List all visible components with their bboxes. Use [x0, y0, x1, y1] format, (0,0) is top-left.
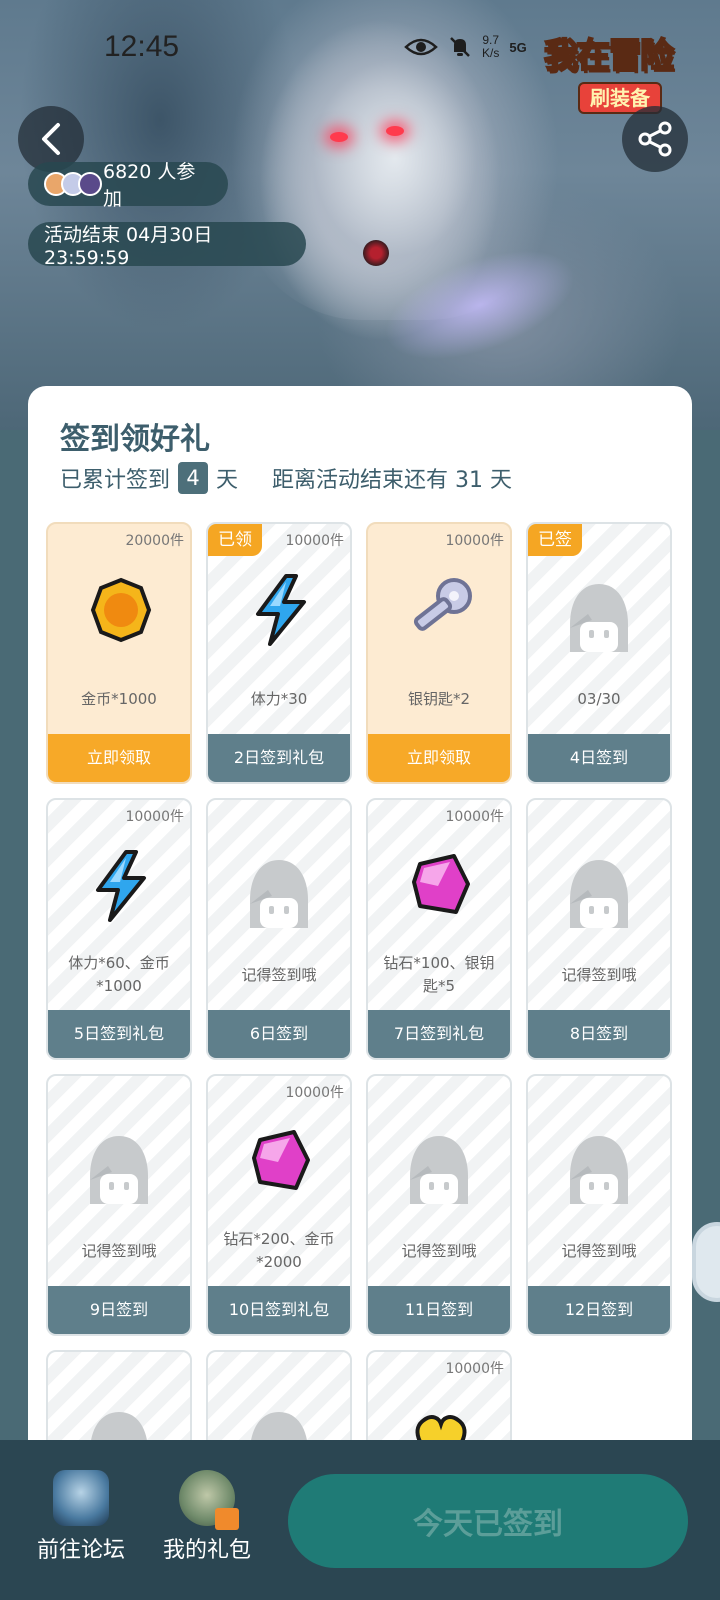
my-gifts-button[interactable]: 我的礼包	[152, 1470, 262, 1564]
hooded-ghost-icon	[244, 854, 314, 934]
reward-stock-count: 10000件	[285, 533, 344, 549]
hooded-ghost-icon	[564, 854, 634, 934]
eye-icon	[404, 38, 438, 56]
participant-avatars	[44, 172, 102, 196]
summary-prefix: 已累计签到	[60, 468, 171, 493]
card-title: 签到领好礼	[60, 422, 210, 457]
hooded-ghost-icon	[564, 578, 634, 658]
network-type: 5G	[509, 39, 527, 55]
reward-description: 银钥匙*2	[407, 689, 471, 708]
reward-tile[interactable]: 10000件体力*60、金币*1000 5日签到礼包	[46, 798, 192, 1060]
reward-description: 记得签到哦	[401, 1241, 477, 1260]
day-label: 11日签到	[368, 1286, 510, 1334]
claimed-tag: 已签	[528, 524, 582, 556]
hooded-ghost-icon	[84, 1130, 154, 1210]
my-gifts-label: 我的礼包	[162, 1538, 251, 1563]
share-button[interactable]	[622, 106, 688, 172]
bottom-bar: 前往论坛 我的礼包 今天已签到	[0, 1440, 720, 1600]
end-time-pill: 活动结束 04月30日 23:59:59	[28, 222, 306, 269]
gold-coin-icon	[86, 570, 156, 650]
reward-description: 体力*60、金币*1000	[68, 954, 170, 995]
reward-stock-count: 10000件	[445, 809, 504, 825]
game-logo-title: 我在冒险	[543, 35, 675, 77]
status-time: 12:45	[104, 30, 180, 63]
reward-tile[interactable]: 记得签到哦 8日签到	[526, 798, 672, 1060]
reward-description: 03/30	[577, 689, 621, 708]
reward-tile[interactable]: 10000件钻石*100、银钥匙*5 7日签到礼包	[366, 798, 512, 1060]
forum-label: 前往论坛	[36, 1538, 125, 1563]
checkin-button[interactable]: 今天已签到	[288, 1474, 688, 1568]
reward-description: 钻石*200、金币*2000	[223, 1230, 335, 1271]
hero-eye-left	[330, 132, 348, 142]
hooded-ghost-icon	[564, 1130, 634, 1210]
reward-stock-count: 10000件	[125, 809, 184, 825]
gift-box-icon	[215, 1508, 239, 1530]
avatar	[78, 172, 102, 196]
reward-tile[interactable]: 记得签到哦 9日签到	[46, 1074, 192, 1336]
forum-app-icon	[53, 1470, 109, 1526]
floating-assistant-button[interactable]	[692, 1222, 720, 1302]
day-label: 9日签到	[48, 1286, 190, 1334]
reward-grid: 20000件 金币*1000 立即领取 10000件 已领 体力*30 2日签到礼包 1000…	[46, 522, 676, 1600]
reward-description: 金币*1000	[81, 689, 157, 708]
network-speed-unit: K/s	[482, 46, 500, 60]
day-label: 10日签到礼包	[208, 1286, 350, 1334]
silver-key-icon	[406, 570, 476, 650]
reward-description: 体力*30	[250, 689, 308, 708]
reward-description: 记得签到哦	[561, 1241, 637, 1260]
end-time-text: 活动结束 04月30日 23:59:59	[44, 223, 213, 269]
share-icon	[638, 121, 672, 157]
reward-tile[interactable]: 20000件金币*1000 立即领取	[46, 522, 192, 784]
day-label: 4日签到	[528, 734, 670, 782]
summary-days-unit: 天	[216, 468, 239, 493]
network-speed: 9.7 K/s	[482, 34, 499, 60]
reward-tile[interactable]: 10000件 已领体力*30 2日签到礼包	[206, 522, 352, 784]
participants-count: 6820 人参加	[103, 161, 196, 210]
day-label: 7日签到礼包	[368, 1010, 510, 1058]
claim-now-button[interactable]: 立即领取	[48, 734, 190, 782]
reward-stock-count: 20000件	[125, 533, 184, 549]
user-avatar-icon	[179, 1470, 239, 1530]
reward-description: 记得签到哦	[81, 1241, 157, 1260]
claim-now-button[interactable]: 立即领取	[368, 734, 510, 782]
summary-remaining: 距离活动结束还有 31 天	[272, 468, 513, 493]
reward-tile[interactable]: 记得签到哦 12日签到	[526, 1074, 672, 1336]
hero-eye-right	[386, 126, 404, 136]
claimed-tag: 已领	[208, 524, 262, 556]
hooded-ghost-icon	[404, 1130, 474, 1210]
reward-description: 记得签到哦	[561, 965, 637, 984]
chevron-left-icon	[42, 123, 60, 155]
diamond-icon	[246, 1122, 316, 1202]
days-count-badge: 4	[178, 462, 209, 494]
mute-bell-icon	[450, 37, 470, 57]
reward-description: 钻石*100、银钥匙*5	[383, 954, 495, 995]
lightning-icon	[246, 570, 316, 650]
hero-gem	[363, 240, 389, 266]
forum-button[interactable]: 前往论坛	[26, 1470, 136, 1564]
checkin-card: 签到领好礼 已累计签到 4 天 距离活动结束还有 31 天 20000件金币*1…	[28, 386, 692, 1600]
reward-tile[interactable]: 记得签到哦 6日签到	[206, 798, 352, 1060]
reward-tile[interactable]: 10000件钻石*200、金币*2000 10日签到礼包	[206, 1074, 352, 1336]
reward-stock-count: 10000件	[445, 533, 504, 549]
day-label: 12日签到	[528, 1286, 670, 1334]
day-label: 5日签到礼包	[48, 1010, 190, 1058]
lightning-icon	[86, 846, 156, 926]
day-label: 8日签到	[528, 1010, 670, 1058]
reward-tile[interactable]: 已签 03/30 4日签到	[526, 522, 672, 784]
reward-tile[interactable]: 记得签到哦 11日签到	[366, 1074, 512, 1336]
day-label: 6日签到	[208, 1010, 350, 1058]
diamond-icon	[406, 846, 476, 926]
checkin-summary: 已累计签到 4 天 距离活动结束还有 31 天	[60, 462, 512, 494]
reward-description: 记得签到哦	[241, 965, 317, 984]
reward-tile[interactable]: 10000件银钥匙*2 立即领取	[366, 522, 512, 784]
reward-stock-count: 10000件	[285, 1085, 344, 1101]
reward-stock-count: 10000件	[445, 1361, 504, 1377]
status-icons: 9.7 K/s 5G	[404, 34, 527, 60]
participants-pill: 6820 人参加	[28, 161, 228, 210]
day-label: 2日签到礼包	[208, 734, 350, 782]
